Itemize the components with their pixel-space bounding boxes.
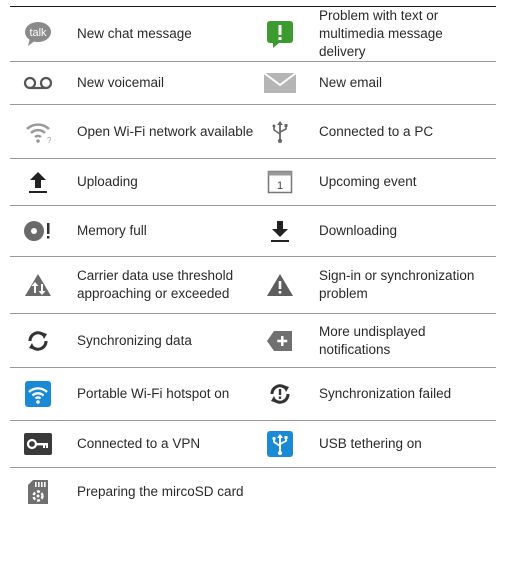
notification-icon-table: talk New chat message Problem with text … [10, 6, 496, 516]
label: Downloading [319, 223, 398, 238]
table-cell: talk New chat message [10, 20, 258, 48]
table-cell: New voicemail [10, 74, 258, 92]
table-cell: Problem with text or multimedia message … [258, 7, 496, 61]
label: More undisplayed notifications [319, 323, 426, 357]
table-cell: Portable Wi-Fi hotspot on [10, 381, 258, 407]
table-row: Synchronizing data More undisplayed noti… [10, 314, 496, 368]
sd-card-icon [16, 479, 60, 505]
label: Connected to a PC [319, 123, 434, 139]
more-notifications-icon [258, 330, 302, 352]
table-cell: Synchronizing data [10, 329, 258, 353]
sync-icon [16, 329, 60, 353]
usb-icon [258, 120, 302, 144]
vpn-key-icon [16, 433, 60, 455]
label: Synchronization failed [319, 386, 452, 401]
label: New email [319, 75, 383, 90]
table-cell: Connected to a VPN [10, 433, 258, 455]
voicemail-icon [16, 76, 60, 90]
table-row: Uploading 1 Upcoming event [10, 159, 496, 206]
upload-icon [16, 170, 60, 194]
table-cell: Preparing the mircoSD card [10, 479, 258, 505]
table-row: New voicemail New email [10, 62, 496, 105]
download-icon [258, 219, 302, 243]
table-row: Memory full Downloading [10, 206, 496, 257]
table-cell: Synchronization failed [258, 382, 496, 406]
label: New chat message [77, 26, 192, 41]
label: Connected to a VPN [77, 436, 201, 451]
message-warning-icon [258, 19, 302, 49]
label: Upcoming event [319, 174, 417, 189]
table-cell: Connected to a PC [258, 120, 496, 144]
hotspot-icon [16, 381, 60, 407]
label: USB tethering on [319, 436, 422, 451]
svg-text:?: ? [47, 136, 51, 144]
table-cell: Downloading [258, 219, 496, 243]
table-cell: USB tethering on [258, 431, 496, 457]
table-cell: More undisplayed notifications [258, 323, 496, 359]
table-cell: Uploading [10, 170, 258, 194]
label: Carrier data use threshold approaching o… [77, 268, 234, 301]
svg-text:1: 1 [277, 180, 283, 192]
table-cell: ? Open Wi-Fi network available [10, 120, 258, 144]
label: Memory full [77, 223, 147, 238]
table-cell: Sign-in or synchronization problem [258, 267, 496, 303]
table-row: Carrier data use threshold approaching o… [10, 257, 496, 314]
table-cell: New email [258, 72, 496, 94]
open-wifi-icon: ? [16, 120, 60, 144]
table-cell: Carrier data use threshold approaching o… [10, 267, 258, 303]
label: Open Wi-Fi network available [77, 123, 254, 139]
talk-chat-icon: talk [16, 20, 60, 48]
memory-full-icon [16, 219, 60, 243]
label: Sign-in or synchronization problem [319, 268, 475, 301]
table-row: Preparing the mircoSD card [10, 468, 496, 516]
table-row: ? Open Wi-Fi network available Connected… [10, 105, 496, 159]
sync-warning-icon [258, 273, 302, 297]
table-row: talk New chat message Problem with text … [10, 7, 496, 62]
table-cell: Memory full [10, 219, 258, 243]
table-row: Connected to a VPN USB tethering on [10, 421, 496, 468]
email-envelope-icon [258, 72, 302, 94]
sync-failed-icon [258, 382, 302, 406]
table-row: Portable Wi-Fi hotspot on Synchronizatio… [10, 368, 496, 421]
label: Problem with text or multimedia message … [319, 8, 443, 59]
table-cell: 1 Upcoming event [258, 170, 496, 194]
usb-tethering-icon [258, 431, 302, 457]
label: Uploading [77, 174, 138, 189]
label: Synchronizing data [77, 332, 192, 348]
label: Preparing the mircoSD card [77, 484, 244, 499]
data-warning-icon [16, 273, 60, 297]
label: New voicemail [77, 75, 165, 90]
svg-text:talk: talk [29, 27, 47, 39]
label: Portable Wi-Fi hotspot on [77, 386, 230, 401]
calendar-icon: 1 [258, 170, 302, 194]
